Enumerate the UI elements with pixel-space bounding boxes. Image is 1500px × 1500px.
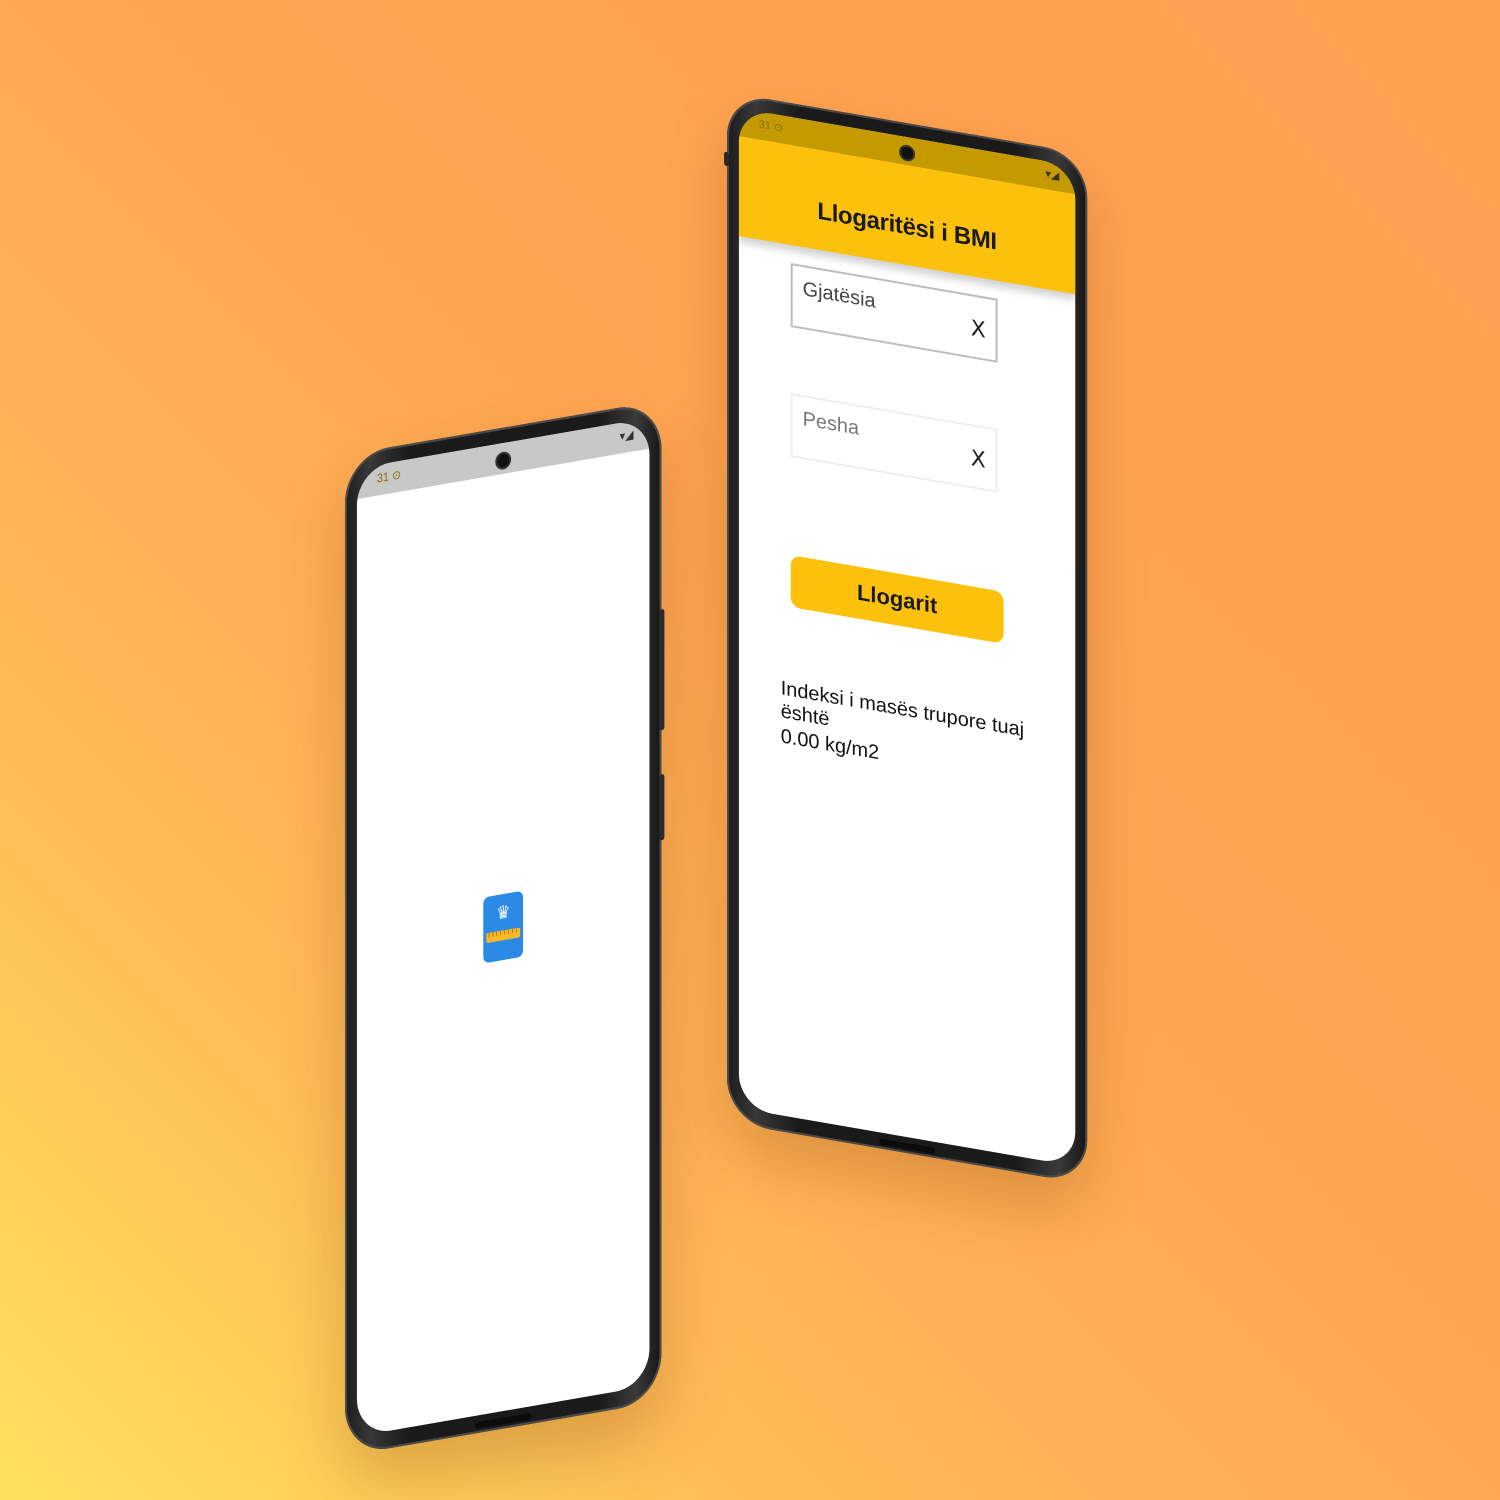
app-title: Llogaritësi i BMI <box>817 197 997 256</box>
signal-icon: ▾◢ <box>1045 168 1060 183</box>
calculate-button[interactable]: Llogarit <box>790 555 1004 644</box>
bmi-app-icon: ♛ <box>483 890 524 964</box>
crown-icon: ♛ <box>496 900 511 924</box>
charging-port <box>475 1412 532 1430</box>
splash-phone: 31 ⊙ ▾◢ ♛ <box>345 400 665 1457</box>
app-bar: 31 ⊙ ▾◢ Llogaritësi i BMI <box>738 108 1076 295</box>
app-phone: 31 ⊙ ▾◢ Llogaritësi i BMI X X Llogarit I… <box>724 92 1088 1185</box>
weight-input[interactable] <box>800 406 954 459</box>
status-time: 31 ⊙ <box>376 468 402 486</box>
volume-button <box>724 151 729 167</box>
splash-screen: 31 ⊙ ▾◢ ♛ <box>356 417 650 1437</box>
volume-button <box>659 608 665 731</box>
ruler-icon <box>486 927 521 944</box>
status-time: 31 ⊙ <box>758 118 784 135</box>
signal-icon: ▾◢ <box>619 428 634 444</box>
app-screen: 31 ⊙ ▾◢ Llogaritësi i BMI X X Llogarit I… <box>738 108 1076 1167</box>
weight-field[interactable]: X <box>790 393 998 493</box>
power-button <box>659 773 665 841</box>
height-field[interactable]: X <box>790 263 998 363</box>
clear-weight-icon[interactable]: X <box>971 446 986 474</box>
height-input[interactable] <box>800 276 954 329</box>
clear-height-icon[interactable]: X <box>971 316 986 344</box>
